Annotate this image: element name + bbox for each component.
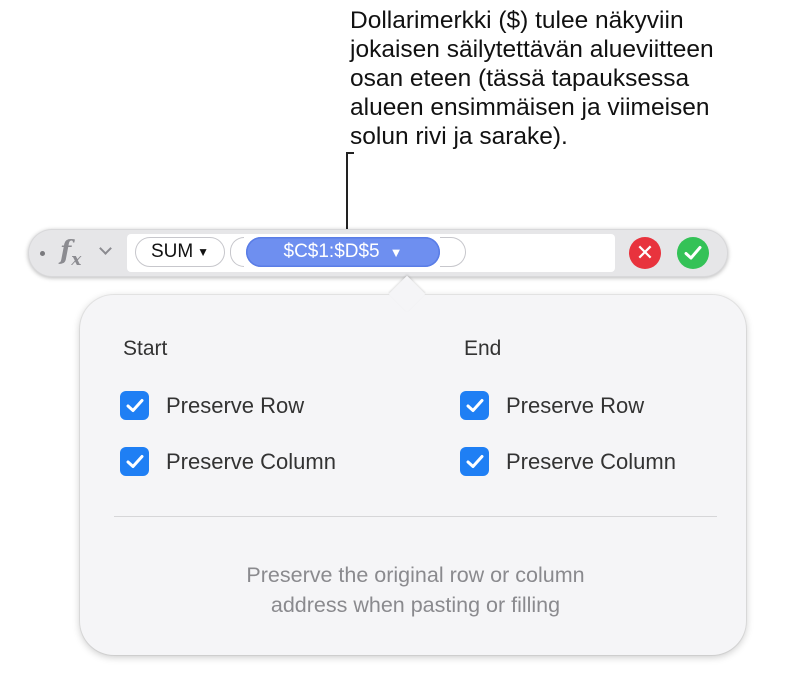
callout-line-4: alueen ensimmäisen ja viimeisen bbox=[350, 94, 710, 121]
checkbox-checked-icon[interactable] bbox=[460, 391, 489, 420]
start-preserve-row-label: Preserve Row bbox=[166, 392, 305, 418]
start-preserve-column-label: Preserve Column bbox=[166, 448, 336, 474]
popover-divider bbox=[114, 516, 717, 517]
callout-line-3: osan eteen (tässä tapauksessa bbox=[350, 65, 690, 92]
close-icon: ✕ bbox=[635, 240, 655, 265]
checkbox-checked-icon[interactable] bbox=[460, 447, 489, 476]
callout-line-5: solun rivi ja sarake). bbox=[350, 123, 568, 150]
caret-down-icon: ▼ bbox=[197, 245, 210, 259]
checkbox-checked-icon[interactable] bbox=[120, 391, 149, 420]
help-text-line-2: address when pasting or filling bbox=[270, 593, 561, 617]
callout-line-1: Dollarimerkki ($) tulee näkyviin bbox=[350, 7, 684, 34]
chevron-down-icon[interactable] bbox=[99, 242, 112, 255]
range-reference-token[interactable]: $C$1:$D$5 ▼ bbox=[246, 237, 440, 267]
caret-down-icon[interactable]: ▼ bbox=[390, 245, 403, 260]
function-fx-icon[interactable]: fx bbox=[60, 236, 81, 270]
end-preserve-column-label: Preserve Column bbox=[506, 448, 676, 474]
popover-help-text: Preserve the original row or column addr… bbox=[114, 560, 717, 620]
help-text-line-1: Preserve the original row or column bbox=[246, 563, 585, 587]
end-preserve-row-label: Preserve Row bbox=[506, 392, 645, 418]
end-preserve-column-checkbox[interactable]: Preserve Column bbox=[460, 447, 676, 476]
start-preserve-column-checkbox[interactable]: Preserve Column bbox=[120, 447, 336, 476]
end-preserve-row-checkbox[interactable]: Preserve Row bbox=[460, 391, 644, 420]
function-token-label: SUM bbox=[150, 241, 194, 262]
accept-formula-button[interactable] bbox=[677, 237, 709, 269]
checkmark-icon bbox=[684, 246, 702, 260]
screenshot-stage: Dollarimerkki ($) tulee näkyviin jokaise… bbox=[0, 0, 801, 684]
callout-pointer-line bbox=[346, 152, 354, 238]
checkbox-checked-icon[interactable] bbox=[120, 447, 149, 476]
callout-pointer-tick bbox=[346, 152, 354, 154]
end-heading: End bbox=[464, 337, 502, 360]
function-token-sum[interactable]: SUM ▼ bbox=[135, 237, 225, 267]
callout-annotation: Dollarimerkki ($) tulee näkyviin jokaise… bbox=[350, 6, 795, 151]
fx-label: f bbox=[60, 236, 72, 266]
fx-sub: x bbox=[71, 250, 82, 271]
formula-bar-handle-icon[interactable] bbox=[40, 251, 45, 256]
start-heading: Start bbox=[123, 337, 168, 360]
formula-bar: fx SUM ▼ $C$1:$D$5 ▼ ✕ bbox=[28, 229, 728, 277]
callout-line-2: jokaisen säilytettävän alueviitteen bbox=[350, 36, 714, 63]
start-preserve-row-checkbox[interactable]: Preserve Row bbox=[120, 391, 304, 420]
range-reference-label: $C$1:$D$5 bbox=[283, 241, 380, 262]
cancel-formula-button[interactable]: ✕ bbox=[629, 237, 661, 269]
